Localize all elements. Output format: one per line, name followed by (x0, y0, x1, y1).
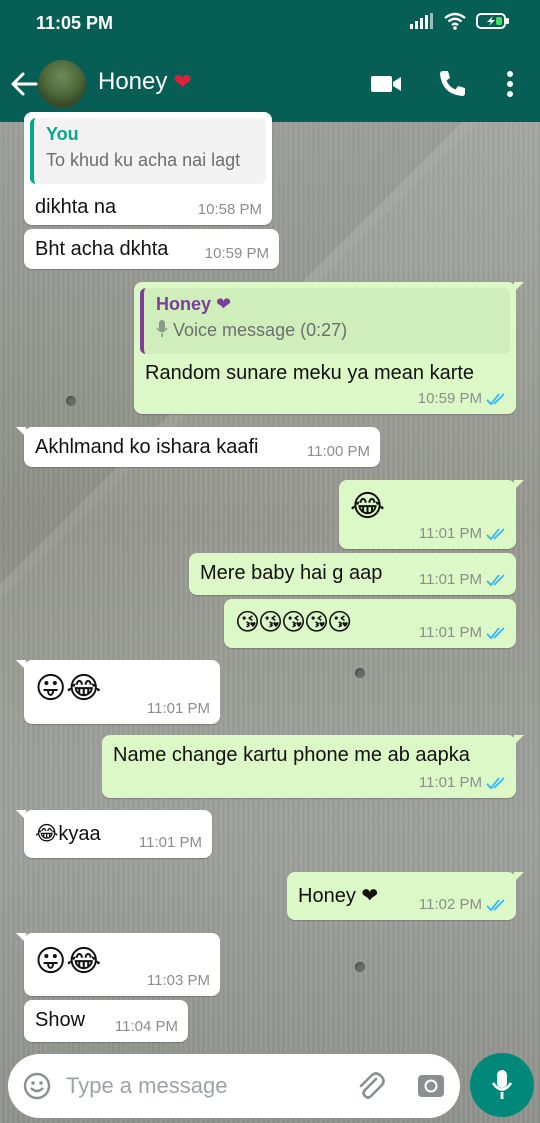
message-time: 11:01 PM (138, 834, 202, 851)
more-options-icon[interactable] (492, 66, 528, 102)
message-text: Honey ❤ (298, 885, 379, 907)
message-bubble-incoming[interactable]: Show 11:04 PM (24, 1000, 188, 1042)
message-time: 11:01 PM (418, 525, 482, 542)
message-text: 😂kyaa (35, 823, 101, 845)
read-receipt-icon (486, 898, 505, 911)
message-time: 11:01 PM (146, 700, 210, 717)
message-bubble-incoming[interactable]: You To khud ku acha nai lagt dikhta na 1… (24, 112, 272, 225)
message-emoji: 😂 (350, 490, 386, 523)
message-time: 11:01 PM (418, 774, 482, 791)
message-time: 10:58 PM (197, 201, 262, 218)
quote-author: You (46, 124, 79, 144)
message-bubble-outgoing[interactable]: Honey ❤ 11:02 PM (287, 872, 524, 920)
quote-text: Voice message (0:27) (173, 320, 348, 340)
emoji-picker-icon[interactable] (22, 1071, 52, 1101)
contact-name[interactable]: Honey ❤ (98, 68, 192, 96)
back-arrow-icon[interactable] (8, 64, 40, 104)
video-call-icon[interactable] (368, 66, 404, 102)
message-text: Mere baby hai g aap (200, 562, 383, 584)
microphone-icon (491, 1070, 513, 1099)
message-time: 10:59 PM (417, 390, 482, 407)
attach-paperclip-icon[interactable] (354, 1070, 386, 1102)
message-bubble-incoming[interactable]: 😂kyaa 11:01 PM (16, 810, 212, 858)
message-bubble-incoming[interactable]: Bht acha dkhta 10:59 PM (24, 229, 279, 269)
message-text: dikhta na (35, 196, 117, 218)
read-receipt-icon (486, 626, 505, 639)
contact-avatar[interactable] (38, 60, 86, 108)
quote-text: To khud ku acha nai lagt (46, 150, 241, 170)
status-time: 11:05 PM (36, 13, 114, 33)
microphone-icon (156, 320, 168, 337)
message-text: Show (35, 1009, 86, 1031)
message-bubble-outgoing[interactable]: Mere baby hai g aap 11:01 PM (189, 553, 516, 595)
message-bubble-outgoing[interactable]: 😘😘😘😘😘 11:01 PM (224, 599, 516, 648)
message-bubble-incoming[interactable]: 😛😂 11:01 PM (16, 660, 220, 724)
battery-charging-icon (476, 13, 509, 29)
heart-emoji: ❤ (173, 69, 192, 94)
quoted-message[interactable]: Honey ❤ Voice message (0:27) (140, 288, 510, 354)
message-time: 11:01 PM (418, 624, 482, 641)
message-bubble-outgoing[interactable]: Name change kartu phone me ab aapka 11:0… (102, 735, 524, 798)
wifi-icon (444, 12, 466, 30)
voice-call-icon[interactable] (434, 66, 470, 102)
message-text: Akhlmand ko ishara kaafi (35, 436, 259, 458)
message-text: Random sunare meku ya mean karte (145, 362, 475, 384)
message-emoji: 😛😂 (35, 672, 102, 705)
message-text: Name change kartu phone me ab aapka (113, 744, 470, 766)
quote-author: Honey ❤ (156, 294, 232, 314)
message-bubble-incoming[interactable]: Akhlmand ko ishara kaafi 11:00 PM (16, 427, 380, 467)
quoted-message[interactable]: You To khud ku acha nai lagt (30, 118, 266, 184)
message-composer: Type a message (8, 1054, 460, 1118)
camera-icon[interactable] (416, 1071, 446, 1101)
status-bar: 11:05 PM (0, 0, 540, 46)
message-bubble-outgoing[interactable]: 😂 11:01 PM (339, 480, 524, 549)
message-bubble-outgoing[interactable]: Honey ❤ Voice message (0:27) Random suna… (134, 282, 524, 414)
read-receipt-icon (486, 776, 505, 789)
read-receipt-icon (486, 527, 505, 540)
message-time: 11:00 PM (306, 443, 370, 460)
chat-header: Honey ❤ (0, 46, 540, 122)
signal-icon (410, 13, 433, 29)
read-receipt-icon (486, 573, 505, 586)
message-time: 11:03 PM (146, 972, 210, 989)
message-time: 11:01 PM (418, 571, 482, 588)
voice-record-button[interactable] (470, 1053, 534, 1117)
message-text: Bht acha dkhta (35, 238, 169, 260)
message-emoji: 😛😂 (35, 945, 102, 978)
read-receipt-icon (486, 392, 505, 405)
message-emoji: 😘😘😘😘😘 (235, 609, 352, 636)
message-time: 11:04 PM (114, 1018, 178, 1035)
message-time: 11:02 PM (418, 896, 482, 913)
message-input[interactable]: Type a message (66, 1073, 227, 1099)
message-time: 10:59 PM (204, 245, 269, 262)
message-bubble-incoming[interactable]: 😛😂 11:03 PM (16, 933, 220, 996)
